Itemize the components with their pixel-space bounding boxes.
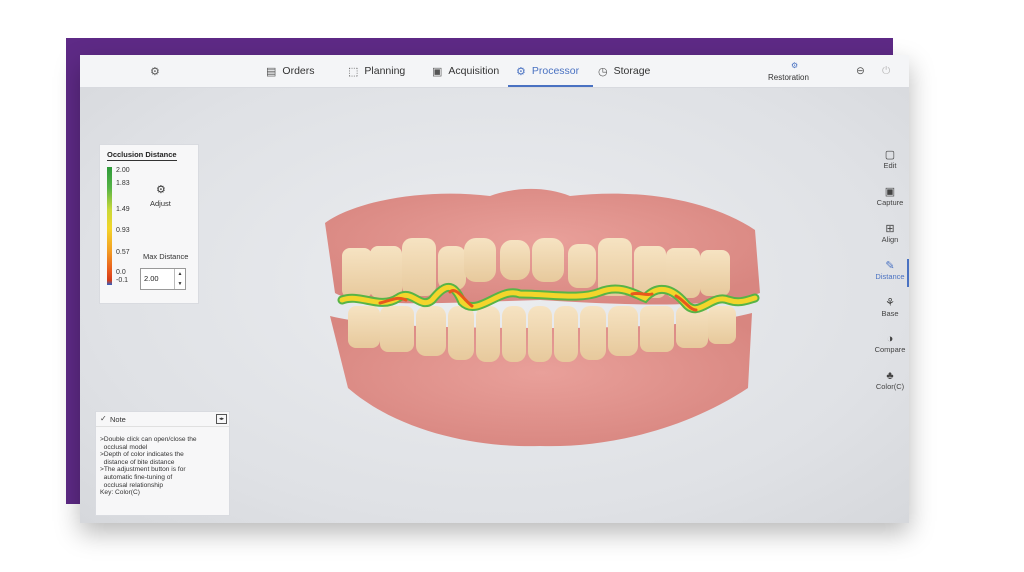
- collapse-note-icon[interactable]: ◂▸: [216, 414, 227, 424]
- tab-storage[interactable]: ◷ Storage: [598, 55, 650, 87]
- tool-distance-label: Distance: [875, 272, 905, 281]
- tool-distance[interactable]: ✎ Distance: [873, 255, 909, 292]
- note-line: >Depth of color indicates the distance o…: [100, 451, 184, 466]
- note-header: ✓ Note ◂▸: [96, 412, 229, 427]
- note-line: >Double click can open/close the occlusa…: [100, 436, 197, 451]
- max-distance-value: 2.00: [144, 274, 159, 283]
- tool-capture-label: Capture: [876, 198, 904, 207]
- edit-icon: ▢: [884, 149, 896, 161]
- tab-processor-label: Processor: [531, 65, 580, 77]
- tool-compare-label: Compare: [874, 345, 906, 354]
- tick-label: 1.83: [116, 180, 130, 187]
- tick-label: -0.1: [116, 277, 129, 284]
- tick-label: 0.0: [116, 269, 126, 276]
- note-title: Note: [110, 415, 126, 424]
- restoration-icon: ⚙: [791, 61, 799, 70]
- tab-orders-label: Orders: [282, 65, 315, 77]
- tick-label: 1.49: [116, 206, 130, 213]
- orders-icon: ▤: [266, 65, 277, 78]
- tool-color[interactable]: ♣ Color(C): [873, 366, 907, 403]
- tab-processor[interactable]: ⚙ Processor: [507, 55, 594, 87]
- restoration-button[interactable]: Restoration: [768, 73, 809, 82]
- tool-base[interactable]: ⚘ Base: [873, 292, 907, 329]
- app-window: ⚙ ▤ Orders ⬚ Planning ▣ Acquisition ⚙ Pr…: [80, 55, 909, 523]
- stepper-up-icon[interactable]: ▲: [175, 269, 185, 279]
- 3d-viewport[interactable]: Occlusion Distance 2.00 1.83 1.49 0.93 0…: [80, 88, 909, 523]
- tick-label: 2.00: [116, 167, 130, 174]
- note-line: >The adjustment button is for automatic …: [100, 466, 186, 489]
- tool-align[interactable]: ⊞ Align: [873, 218, 907, 255]
- stepper-down-icon[interactable]: ▼: [175, 279, 185, 289]
- base-icon: ⚘: [885, 297, 895, 309]
- storage-icon: ◷: [598, 65, 608, 78]
- note-line: Key: Color(C): [100, 489, 140, 497]
- tool-edit[interactable]: ▢ Edit: [873, 144, 907, 181]
- note-body: >Double click can open/close the occlusa…: [100, 436, 226, 497]
- minimize-icon[interactable]: ⊖: [856, 55, 865, 87]
- legend-title: Occlusion Distance: [107, 150, 177, 161]
- acquisition-icon: ▣: [432, 65, 443, 78]
- pin-icon: ✓: [100, 414, 107, 423]
- planning-icon: ⬚: [348, 65, 359, 78]
- right-toolbar: ▢ Edit ▣ Capture ⊞ Align ✎ Distance ⚘ Ba…: [873, 144, 909, 403]
- power-icon[interactable]: ⏻: [882, 55, 890, 87]
- distance-icon: ✎: [885, 260, 895, 272]
- processor-icon: ⚙: [516, 65, 526, 78]
- tick-label: 0.57: [116, 249, 130, 256]
- tool-align-label: Align: [881, 235, 899, 244]
- settings-gear-icon[interactable]: ⚙: [150, 55, 166, 87]
- max-distance-label: Max Distance: [143, 252, 189, 261]
- tab-storage-label: Storage: [613, 65, 651, 77]
- tab-acquisition[interactable]: ▣ Acquisition: [432, 55, 499, 87]
- tab-orders[interactable]: ▤ Orders: [266, 55, 315, 87]
- align-icon: ⊞: [885, 223, 895, 235]
- max-distance-stepper[interactable]: ▲ ▼: [174, 269, 185, 289]
- tool-capture[interactable]: ▣ Capture: [873, 181, 907, 218]
- tab-planning-label: Planning: [364, 65, 406, 77]
- occlusion-distance-panel: Occlusion Distance 2.00 1.83 1.49 0.93 0…: [99, 144, 199, 304]
- adjust-icon[interactable]: ⚙: [156, 183, 166, 196]
- tab-acquisition-label: Acquisition: [448, 65, 500, 77]
- max-distance-input[interactable]: 2.00 ▲ ▼: [140, 268, 186, 290]
- capture-icon: ▣: [884, 186, 896, 198]
- tool-edit-label: Edit: [883, 161, 897, 170]
- color-icon: ♣: [886, 370, 894, 382]
- tick-label: 0.93: [116, 227, 130, 234]
- tab-planning[interactable]: ⬚ Planning: [348, 55, 405, 87]
- top-navigation-bar: ⚙ ▤ Orders ⬚ Planning ▣ Acquisition ⚙ Pr…: [80, 55, 909, 88]
- tool-color-label: Color(C): [875, 382, 905, 391]
- adjust-button[interactable]: Adjust: [150, 199, 171, 208]
- note-panel: ✓ Note ◂▸ >Double click can open/close t…: [95, 411, 230, 516]
- tool-compare[interactable]: ◑ Compare: [873, 329, 907, 366]
- color-scale-bar: [107, 167, 112, 285]
- tool-base-label: Base: [881, 309, 899, 318]
- compare-icon: ◑: [886, 333, 894, 345]
